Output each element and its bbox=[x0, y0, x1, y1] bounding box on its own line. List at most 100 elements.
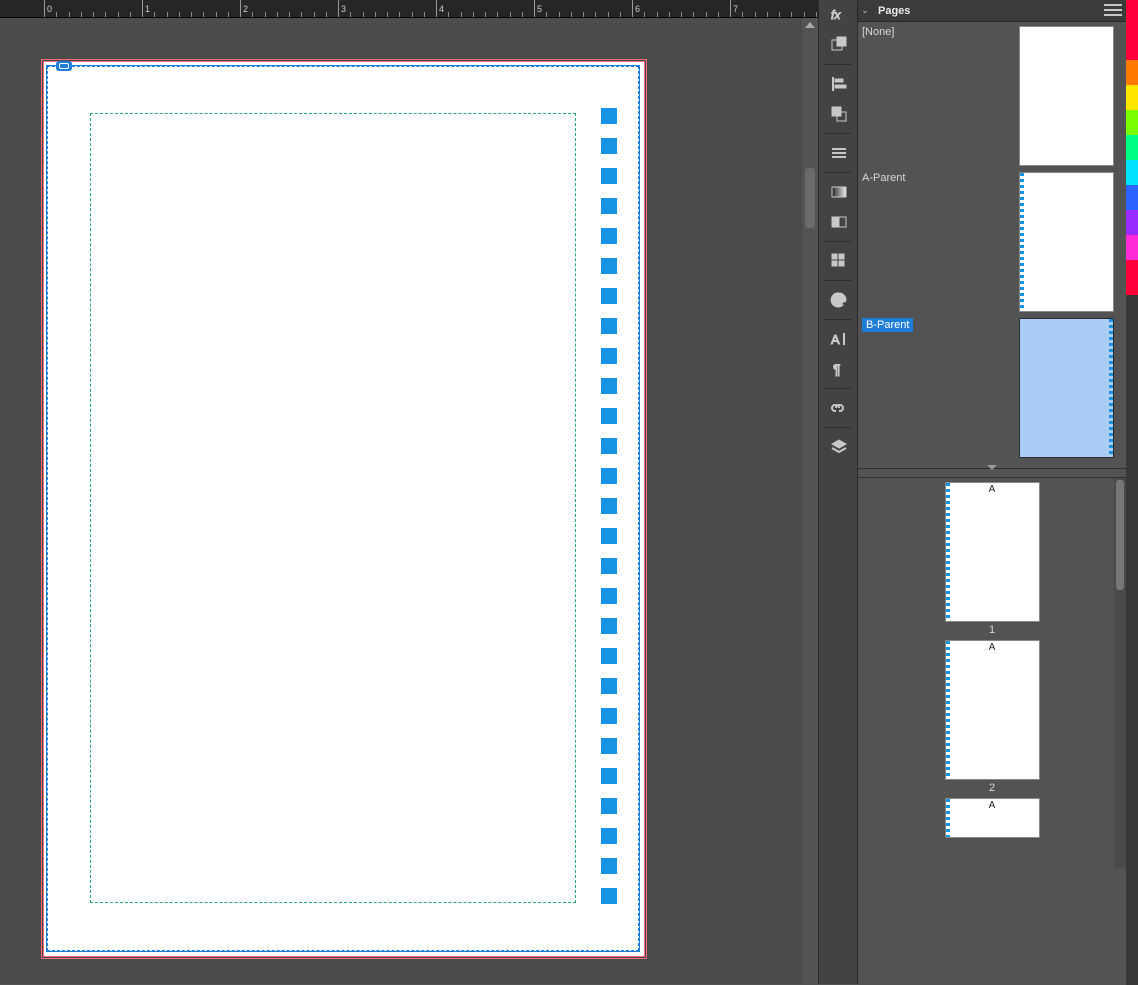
pages-panel[interactable]: ⌄ Pages [None]A-ParentB-Parent A1A2A bbox=[858, 0, 1126, 984]
master-page-row[interactable]: B-Parent bbox=[862, 318, 1124, 458]
pathfinder-icon[interactable] bbox=[819, 99, 859, 129]
decorative-square[interactable] bbox=[601, 858, 617, 874]
applied-master-letter: A bbox=[989, 484, 996, 495]
document-pages-section[interactable]: A1A2A bbox=[858, 478, 1126, 868]
decorative-square[interactable] bbox=[601, 498, 617, 514]
layers-icon[interactable] bbox=[819, 432, 859, 462]
master-page-label[interactable]: B-Parent bbox=[862, 318, 913, 332]
decorative-square[interactable] bbox=[601, 768, 617, 784]
thread-link-icon[interactable] bbox=[56, 61, 72, 71]
color-swatch[interactable] bbox=[1126, 85, 1138, 110]
canvas-vertical-scrollbar[interactable] bbox=[802, 18, 818, 984]
decorative-square[interactable] bbox=[601, 708, 617, 724]
collapse-chevron-icon[interactable]: ⌄ bbox=[858, 5, 872, 16]
decorative-square[interactable] bbox=[601, 678, 617, 694]
swatches-grid-icon[interactable] bbox=[819, 246, 859, 276]
applied-master-letter: A bbox=[989, 800, 996, 811]
panel-menu-icon[interactable] bbox=[1104, 4, 1122, 16]
decorative-square[interactable] bbox=[601, 738, 617, 754]
decorative-square[interactable] bbox=[601, 588, 617, 604]
master-page-row[interactable]: A-Parent bbox=[862, 172, 1124, 312]
decorative-square[interactable] bbox=[601, 468, 617, 484]
color-spectrum-strip[interactable] bbox=[1126, 0, 1138, 984]
page-thumbnail[interactable]: A bbox=[945, 798, 1040, 838]
color-swatch[interactable] bbox=[1126, 110, 1138, 135]
align-left-icon[interactable] bbox=[819, 69, 859, 99]
color-swatch[interactable] bbox=[1126, 210, 1138, 235]
master-page-label[interactable]: A-Parent bbox=[862, 170, 905, 184]
decorative-square[interactable] bbox=[601, 438, 617, 454]
color-palette-icon[interactable] bbox=[819, 285, 859, 315]
color-swatch[interactable] bbox=[1126, 160, 1138, 185]
collapsed-panel-dock[interactable]: fx A ¶ bbox=[818, 0, 858, 984]
decorative-square[interactable] bbox=[601, 108, 617, 124]
decorative-square[interactable] bbox=[601, 528, 617, 544]
decorative-square[interactable] bbox=[601, 168, 617, 184]
stroke-lines-icon[interactable] bbox=[819, 138, 859, 168]
scrollbar-thumb[interactable] bbox=[805, 168, 815, 228]
color-swatch[interactable] bbox=[1126, 0, 1138, 60]
decorative-square[interactable] bbox=[601, 618, 617, 634]
master-page-label[interactable]: [None] bbox=[862, 24, 894, 38]
fx-icon[interactable]: fx bbox=[819, 0, 859, 30]
master-page-row[interactable]: [None] bbox=[862, 26, 1124, 166]
ruler-tick-major: 2 bbox=[240, 0, 248, 18]
decorative-square[interactable] bbox=[601, 378, 617, 394]
scrollbar-thumb[interactable] bbox=[1116, 480, 1124, 590]
decorative-square[interactable] bbox=[601, 828, 617, 844]
master-pages-section[interactable]: [None] A-Parent B-Parent bbox=[858, 22, 1126, 458]
document-page-item[interactable]: A1 bbox=[858, 482, 1126, 636]
page-thumbnail[interactable]: A bbox=[945, 640, 1040, 780]
gradient-icon[interactable] bbox=[819, 177, 859, 207]
horizontal-ruler[interactable]: 0 1 2 3 4 5 6 7 bbox=[0, 0, 818, 18]
panel-splitter[interactable] bbox=[858, 468, 1126, 478]
master-page-thumbnail[interactable] bbox=[1019, 26, 1114, 166]
svg-text:fx: fx bbox=[831, 8, 841, 22]
transparency-icon[interactable] bbox=[819, 207, 859, 237]
ruler-tick-major: 4 bbox=[436, 0, 444, 18]
document-page-item[interactable]: A bbox=[858, 798, 1126, 838]
svg-text:A: A bbox=[831, 332, 840, 347]
page-number-label: 2 bbox=[858, 782, 1126, 794]
panel-tabbar[interactable]: ⌄ Pages bbox=[858, 0, 1126, 22]
decorative-square[interactable] bbox=[601, 648, 617, 664]
color-swatch[interactable] bbox=[1126, 235, 1138, 260]
object-styles-icon[interactable] bbox=[819, 30, 859, 60]
ruler-tick-major: 3 bbox=[338, 0, 346, 18]
ruler-tick-major: 6 bbox=[632, 0, 640, 18]
decorative-square[interactable] bbox=[601, 888, 617, 904]
decorative-square[interactable] bbox=[601, 198, 617, 214]
decorative-square[interactable] bbox=[601, 138, 617, 154]
decorative-square[interactable] bbox=[601, 348, 617, 364]
ruler-tick-major: 7 bbox=[730, 0, 738, 18]
ruler-tick-major: 1 bbox=[142, 0, 150, 18]
decorative-square[interactable] bbox=[601, 318, 617, 334]
page-thumbnail[interactable]: A bbox=[945, 482, 1040, 622]
color-swatch[interactable] bbox=[1126, 260, 1138, 295]
decorative-square[interactable] bbox=[601, 558, 617, 574]
page-number-label: 1 bbox=[858, 624, 1126, 636]
ruler-tick-major: 5 bbox=[534, 0, 542, 18]
pages-tab[interactable]: Pages bbox=[872, 5, 916, 17]
character-icon[interactable]: A bbox=[819, 324, 859, 354]
decorative-square[interactable] bbox=[601, 228, 617, 244]
decorative-square[interactable] bbox=[601, 288, 617, 304]
color-swatch[interactable] bbox=[1126, 135, 1138, 160]
master-page-thumbnail[interactable] bbox=[1019, 172, 1114, 312]
links-icon[interactable] bbox=[819, 393, 859, 423]
decorative-square[interactable] bbox=[601, 408, 617, 424]
color-swatch[interactable] bbox=[1126, 60, 1138, 85]
pages-scrollbar[interactable] bbox=[1114, 478, 1126, 868]
document-page[interactable] bbox=[44, 62, 644, 956]
master-page-thumbnail[interactable] bbox=[1019, 318, 1114, 458]
decorative-square[interactable] bbox=[601, 798, 617, 814]
color-swatch[interactable] bbox=[1126, 185, 1138, 210]
color-swatch[interactable] bbox=[1126, 295, 1138, 985]
document-page-item[interactable]: A2 bbox=[858, 640, 1126, 794]
paragraph-icon[interactable]: ¶ bbox=[819, 354, 859, 384]
ruler-tick-major: 0 bbox=[44, 0, 52, 18]
svg-text:¶: ¶ bbox=[833, 361, 841, 377]
canvas-pasteboard[interactable] bbox=[0, 18, 818, 984]
applied-master-letter: A bbox=[989, 642, 996, 653]
decorative-square[interactable] bbox=[601, 258, 617, 274]
